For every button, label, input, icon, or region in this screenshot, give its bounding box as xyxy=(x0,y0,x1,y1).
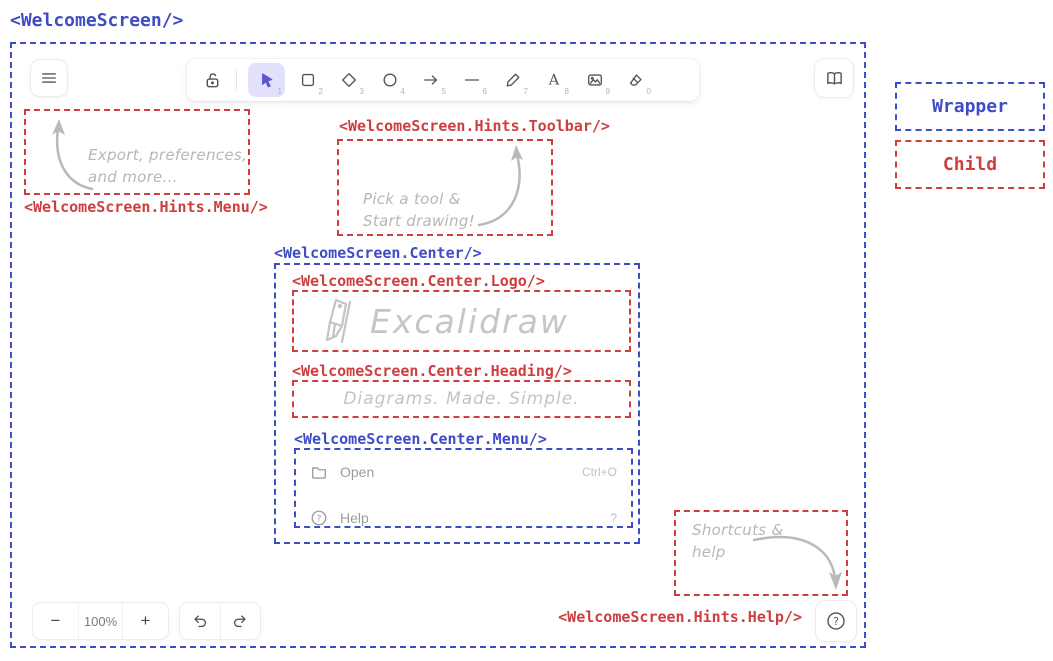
toolbar: 1 2 3 4 5 xyxy=(187,59,699,101)
menu-item-label: Help xyxy=(340,510,369,526)
excalidraw-logo: Excalidraw xyxy=(294,292,629,350)
hints-menu-label: <WelcomeScreen.Hints.Menu/> xyxy=(24,198,268,216)
line-tool-button[interactable]: 6 xyxy=(453,63,490,97)
tool-number: 3 xyxy=(360,87,364,96)
hints-menu-box: Export, preferences, and more... xyxy=(24,109,250,195)
diamond-icon xyxy=(340,71,358,89)
center-logo-box: Excalidraw xyxy=(292,290,631,352)
lock-tool-button[interactable] xyxy=(197,71,227,90)
tool-number: 4 xyxy=(401,87,405,96)
menu-item-shortcut: ? xyxy=(610,511,617,525)
svg-text:A: A xyxy=(547,73,559,89)
selection-tool-button[interactable]: 1 xyxy=(248,63,285,97)
undo-button[interactable] xyxy=(180,603,220,639)
root-component-label: <WelcomeScreen/> xyxy=(10,10,183,31)
library-button[interactable] xyxy=(814,58,854,98)
selection-cursor-icon xyxy=(258,71,276,89)
main-menu-button[interactable] xyxy=(30,59,68,97)
draw-tool-button[interactable]: 7 xyxy=(494,63,531,97)
rectangle-tool-button[interactable]: 2 xyxy=(289,63,326,97)
diamond-tool-button[interactable]: 3 xyxy=(330,63,367,97)
zoom-level-value: 100% xyxy=(84,614,117,629)
text-icon: A xyxy=(545,71,563,89)
heading-text: Diagrams. Made. Simple. xyxy=(294,382,629,416)
pencil-icon xyxy=(504,71,522,89)
image-tool-button[interactable]: 9 xyxy=(576,63,613,97)
hints-help-box: Shortcuts & help xyxy=(674,510,848,596)
hints-toolbar-label: <WelcomeScreen.Hints.Toolbar/> xyxy=(339,117,610,135)
undo-icon xyxy=(191,612,209,630)
menu-item-shortcut: Ctrl+O xyxy=(582,465,617,479)
zoom-controls: − 100% + xyxy=(32,602,169,640)
excalidraw-logo-text: Excalidraw xyxy=(370,302,569,341)
center-heading-box: Diagrams. Made. Simple. xyxy=(292,380,631,418)
hamburger-icon xyxy=(40,69,58,87)
eraser-tool-button[interactable]: 0 xyxy=(617,63,654,97)
history-controls xyxy=(179,602,261,640)
tool-number: 9 xyxy=(606,87,610,96)
menu-hint-text: Export, preferences, and more... xyxy=(88,145,247,189)
zoom-in-button[interactable]: + xyxy=(123,603,168,639)
curved-arrow-up-icon xyxy=(467,141,537,231)
tool-number: 0 xyxy=(647,87,651,96)
legend-wrapper: Wrapper xyxy=(895,82,1045,131)
minus-icon: − xyxy=(51,611,61,631)
legend-wrapper-label: Wrapper xyxy=(932,96,1008,117)
redo-icon xyxy=(231,612,249,630)
tool-number: 5 xyxy=(442,87,446,96)
center-wrapper-box: <WelcomeScreen.Center.Logo/> Excalidraw … xyxy=(274,263,640,544)
center-heading-label: <WelcomeScreen.Center.Heading/> xyxy=(292,362,572,380)
tool-number: 7 xyxy=(524,87,528,96)
center-label: <WelcomeScreen.Center/> xyxy=(274,244,482,262)
eraser-icon xyxy=(627,71,645,89)
hints-help-label: <WelcomeScreen.Hints.Help/> xyxy=(558,608,802,626)
help-circle-icon: ? xyxy=(826,611,846,631)
toolbar-divider xyxy=(236,69,237,91)
plus-icon: + xyxy=(141,611,151,631)
redo-button[interactable] xyxy=(220,603,260,639)
tool-number: 1 xyxy=(278,87,282,96)
svg-text:?: ? xyxy=(833,615,839,628)
curved-arrow-down-icon xyxy=(746,512,846,596)
menu-item-open[interactable]: Open Ctrl+O xyxy=(296,459,631,485)
menu-item-help[interactable]: ? Help ? xyxy=(296,505,631,531)
welcome-screen-wrapper: 1 2 3 4 5 xyxy=(10,42,866,648)
rectangle-icon xyxy=(299,71,317,89)
help-circle-icon: ? xyxy=(310,509,328,527)
menu-item-label: Open xyxy=(340,464,374,480)
hints-toolbar-box: Pick a tool & Start drawing! xyxy=(337,139,553,236)
center-menu-box: Open Ctrl+O ? Help ? xyxy=(294,448,633,528)
arrow-icon xyxy=(422,71,440,89)
zoom-level-reset[interactable]: 100% xyxy=(79,603,122,639)
tool-number: 6 xyxy=(483,87,487,96)
center-menu-label: <WelcomeScreen.Center.Menu/> xyxy=(294,430,547,448)
zoom-out-button[interactable]: − xyxy=(33,603,78,639)
lock-icon xyxy=(203,71,222,90)
legend-child-label: Child xyxy=(943,154,997,175)
tool-number: 8 xyxy=(565,87,569,96)
excalidraw-pen-icon xyxy=(322,296,356,346)
ellipse-icon xyxy=(381,71,399,89)
tool-number: 2 xyxy=(319,87,323,96)
legend-child: Child xyxy=(895,140,1045,189)
image-icon xyxy=(586,71,604,89)
folder-icon xyxy=(310,463,328,481)
text-tool-button[interactable]: A 8 xyxy=(535,63,572,97)
arrow-tool-button[interactable]: 5 xyxy=(412,63,449,97)
svg-text:?: ? xyxy=(317,515,322,525)
toolbar-hint-text: Pick a tool & Start drawing! xyxy=(363,189,475,233)
center-logo-label: <WelcomeScreen.Center.Logo/> xyxy=(292,272,545,290)
book-icon xyxy=(825,69,844,88)
help-button[interactable]: ? xyxy=(815,600,857,642)
ellipse-tool-button[interactable]: 4 xyxy=(371,63,408,97)
line-icon xyxy=(463,71,481,89)
